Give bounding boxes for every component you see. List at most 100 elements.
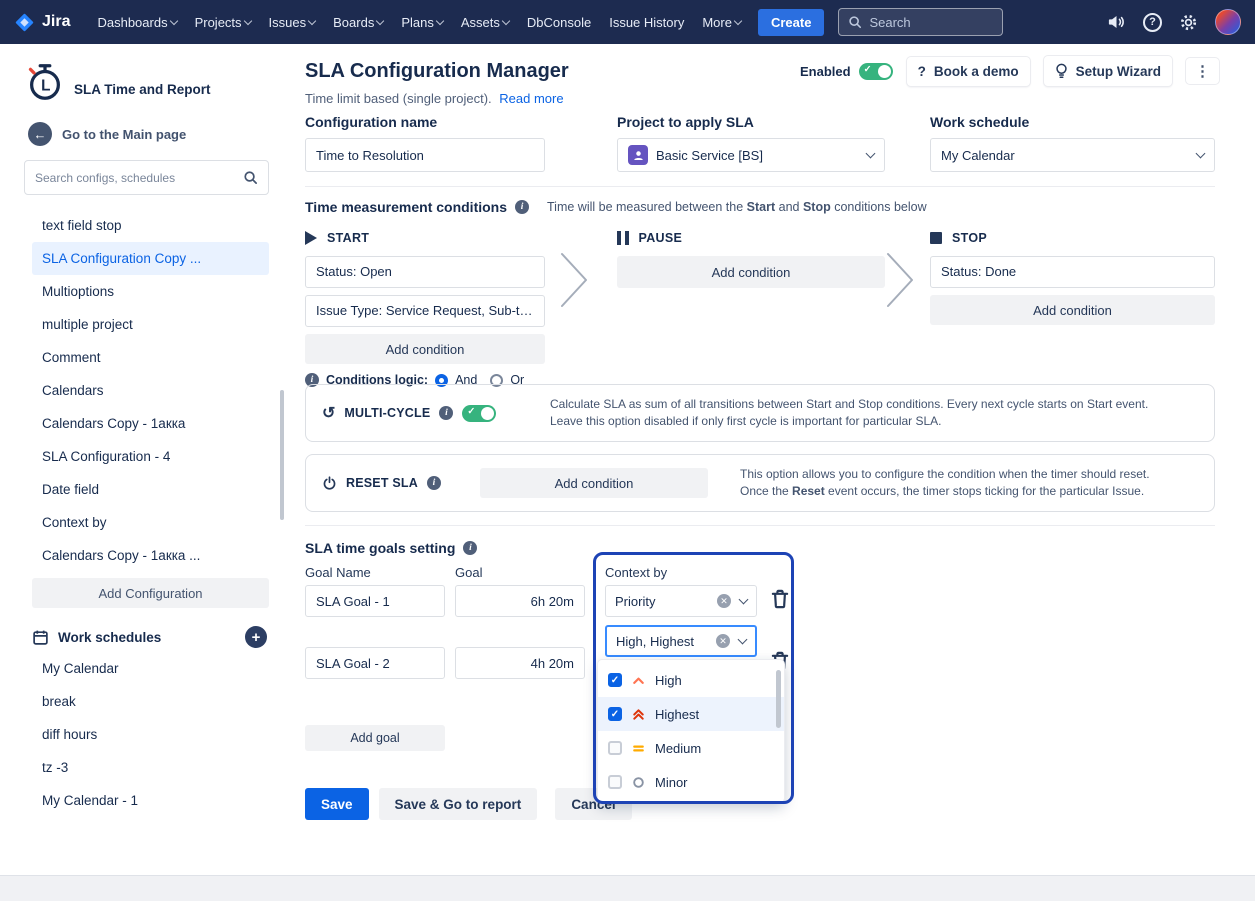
schedule-label: My Calendar - 1 [42, 793, 138, 808]
save-go-to-report-button[interactable]: Save & Go to report [379, 788, 538, 820]
help-icon[interactable]: ? [1143, 13, 1162, 32]
multi-cycle-toggle[interactable]: ✓ [462, 405, 496, 422]
configs-search-input[interactable] [35, 171, 243, 185]
goal-header: Goal [455, 565, 482, 580]
nav-item-assets[interactable]: Assets [452, 0, 518, 44]
option-highest[interactable]: ✓ Highest [598, 697, 784, 731]
info-icon[interactable]: i [515, 200, 529, 214]
stop-icon [930, 232, 942, 244]
stop-condition-chip[interactable]: Status: Done [930, 256, 1215, 288]
info-icon[interactable]: i [427, 476, 441, 490]
option-medium[interactable]: Medium [598, 731, 784, 765]
checkbox-unchecked[interactable] [608, 741, 622, 755]
bottom-strip [0, 875, 1255, 901]
checkbox-checked[interactable]: ✓ [608, 673, 622, 687]
jira-logo-icon [14, 12, 35, 33]
nav-item-dashboards[interactable]: Dashboards [88, 0, 185, 44]
config-item[interactable]: Calendars [32, 374, 269, 407]
user-avatar[interactable] [1215, 9, 1241, 35]
project-select[interactable]: Basic Service [BS] [617, 138, 885, 172]
config-list: text field stop SLA Configuration Copy .… [32, 209, 269, 572]
config-item[interactable]: SLA Configuration - 4 [32, 440, 269, 473]
add-goal-button[interactable]: Add goal [305, 725, 445, 751]
schedule-item[interactable]: diff hours [32, 718, 269, 751]
setup-wizard-button[interactable]: Setup Wizard [1044, 56, 1172, 86]
jira-brand[interactable]: Jira [14, 12, 70, 33]
enabled-control: Enabled ✓ [800, 63, 893, 80]
clear-icon[interactable]: ✕ [716, 634, 730, 648]
nav-item-boards[interactable]: Boards [324, 0, 392, 44]
context-values-select[interactable]: High, Highest ✕ [605, 625, 757, 657]
config-item[interactable]: Context by [32, 506, 269, 539]
work-schedule-select[interactable]: My Calendar [930, 138, 1215, 172]
config-item[interactable]: Comment [32, 341, 269, 374]
pause-add-condition-button[interactable]: Add condition [617, 256, 885, 288]
context-field-select[interactable]: Priority ✕ [605, 585, 757, 617]
start-add-condition-button[interactable]: Add condition [305, 334, 545, 364]
nav-item-issues[interactable]: Issues [260, 0, 325, 44]
nav-item-dbconsole[interactable]: DbConsole [518, 0, 600, 44]
nav-item-issue-history[interactable]: Issue History [600, 0, 693, 44]
global-search-input[interactable] [869, 15, 984, 30]
info-icon[interactable]: i [439, 406, 453, 420]
start-condition-chip[interactable]: Issue Type: Service Request, Sub-task, T… [305, 295, 545, 327]
dropdown-scrollbar[interactable] [776, 670, 781, 728]
back-icon: ← [28, 122, 52, 146]
back-label: Go to the Main page [62, 127, 186, 142]
book-a-demo-button[interactable]: ? Book a demo [907, 57, 1030, 86]
goal-2-name-input[interactable] [305, 647, 445, 679]
add-configuration-button[interactable]: Add Configuration [32, 578, 269, 608]
configs-search[interactable] [24, 160, 269, 195]
reset-power-icon [322, 476, 337, 491]
clear-icon[interactable]: ✕ [717, 594, 731, 608]
goal-1-name-input[interactable] [305, 585, 445, 617]
checkbox-checked[interactable]: ✓ [608, 707, 622, 721]
save-button[interactable]: Save [305, 788, 369, 820]
back-to-main-link[interactable]: ← Go to the Main page [28, 122, 269, 146]
goals-grid: Goal Name Goal Context by Priority ✕ Hig… [305, 562, 1215, 824]
start-condition-chip[interactable]: Status: Open [305, 256, 545, 288]
sidebar-scrollbar[interactable] [280, 390, 284, 520]
config-item[interactable]: text field stop [32, 209, 269, 242]
config-name-input[interactable] [305, 138, 545, 172]
add-schedule-button[interactable]: + [245, 626, 267, 648]
config-item[interactable]: multiple project [32, 308, 269, 341]
nav-item-projects[interactable]: Projects [186, 0, 260, 44]
checkbox-unchecked[interactable] [608, 775, 622, 789]
app-logo-row: L SLA Time and Report [24, 60, 269, 104]
schedule-item[interactable]: My Calendar [32, 652, 269, 685]
config-item[interactable]: Calendars Copy - 1акка ... [32, 539, 269, 572]
info-icon[interactable]: i [463, 541, 477, 555]
nav-item-more[interactable]: More [693, 0, 750, 44]
stop-add-condition-button[interactable]: Add condition [930, 295, 1215, 325]
nav-label: More [702, 15, 732, 30]
priority-minor-icon [631, 775, 646, 790]
goal-2-value-input[interactable] [455, 647, 585, 679]
schedule-label: tz -3 [42, 760, 68, 775]
nav-label: DbConsole [527, 15, 591, 30]
schedule-item[interactable]: break [32, 685, 269, 718]
schedule-item[interactable]: My Calendar - 1 [32, 784, 269, 817]
config-label: Multioptions [42, 284, 114, 299]
config-item[interactable]: Date field [32, 473, 269, 506]
option-minor[interactable]: Minor [598, 765, 784, 799]
reset-sla-box: RESET SLA i Add condition This option al… [305, 454, 1215, 512]
config-item-selected[interactable]: SLA Configuration Copy ... [32, 242, 269, 275]
more-actions-menu-icon[interactable]: ⋮ [1186, 58, 1219, 84]
config-item[interactable]: Multioptions [32, 275, 269, 308]
main-content: SLA Configuration Manager Enabled ✓ ? Bo… [285, 44, 1255, 875]
schedule-item[interactable]: tz -3 [32, 751, 269, 784]
create-button[interactable]: Create [758, 9, 824, 36]
config-item[interactable]: Calendars Copy - 1акка [32, 407, 269, 440]
nav-item-plans[interactable]: Plans [392, 0, 452, 44]
enabled-toggle[interactable]: ✓ [859, 63, 893, 80]
read-more-link[interactable]: Read more [499, 91, 563, 106]
settings-gear-icon[interactable] [1179, 13, 1198, 32]
reset-add-condition-button[interactable]: Add condition [480, 468, 708, 498]
global-search[interactable] [838, 8, 1003, 36]
goal-1-value-input[interactable] [455, 585, 585, 617]
option-high[interactable]: ✓ High [598, 663, 784, 697]
announcements-icon[interactable] [1107, 14, 1126, 31]
delete-goal-1-trash-icon[interactable] [769, 588, 791, 610]
chevron-down-icon [866, 149, 876, 159]
